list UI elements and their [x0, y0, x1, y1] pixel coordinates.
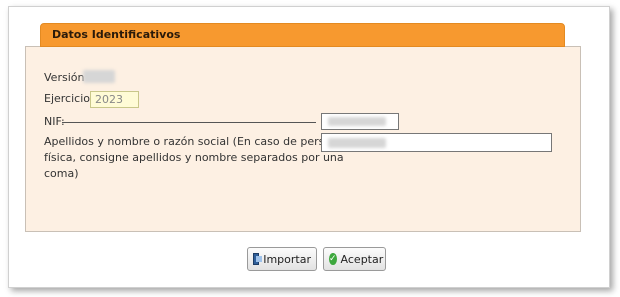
- panel-title: Datos Identificativos: [52, 28, 181, 41]
- name-label-line3: coma): [44, 167, 79, 180]
- import-button-label: Importar: [263, 252, 311, 266]
- version-label: Versión: [44, 71, 85, 84]
- panel-header: Datos Identificativos: [40, 23, 565, 47]
- import-icon: [253, 253, 263, 265]
- name-label-line1: Apellidos y nombre o razón social (En ca…: [44, 135, 345, 148]
- accept-button[interactable]: ✓ Aceptar: [323, 247, 386, 271]
- name-value-redacted: [328, 138, 386, 148]
- nif-field[interactable]: [321, 113, 399, 130]
- name-label-line2: física, consigne apellidos y nombre sepa…: [44, 151, 344, 164]
- exercise-label: Ejercicio: [44, 92, 90, 105]
- import-button[interactable]: Importar: [247, 247, 317, 271]
- exercise-field[interactable]: 2023: [90, 91, 139, 108]
- version-value-redacted: [83, 70, 115, 83]
- accept-button-label: Aceptar: [340, 252, 384, 266]
- check-icon: ✓: [329, 253, 337, 265]
- nif-dotted-rule: [62, 122, 316, 123]
- name-field[interactable]: [321, 133, 552, 152]
- nif-value-redacted: [328, 117, 386, 126]
